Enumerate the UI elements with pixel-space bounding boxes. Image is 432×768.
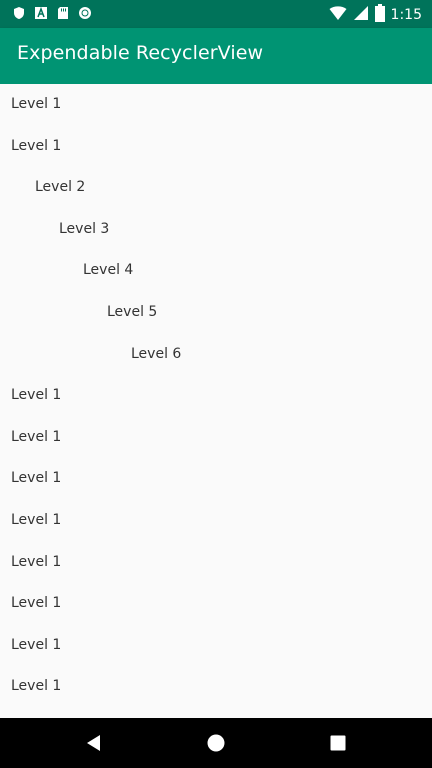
- list-item[interactable]: Level 1: [0, 500, 432, 542]
- list-item-label: Level 1: [11, 553, 62, 570]
- status-notifications: [12, 5, 92, 19]
- status-time: 1:15: [390, 7, 422, 23]
- navigation-bar: [0, 718, 432, 768]
- back-button[interactable]: [82, 731, 106, 755]
- signal-icon: [353, 5, 369, 25]
- shield-icon: [12, 5, 26, 19]
- list-item-label: Level 2: [35, 179, 86, 196]
- home-button[interactable]: [204, 731, 228, 755]
- list-item-label: Level 1: [11, 512, 62, 528]
- list-item[interactable]: Level 5: [0, 292, 432, 334]
- status-system: 1:15: [329, 4, 422, 26]
- list-item[interactable]: Level 1: [0, 625, 432, 667]
- recents-button[interactable]: [326, 731, 350, 755]
- list-item-label: Level 5: [107, 304, 158, 320]
- list-item[interactable]: Level 2: [0, 167, 432, 209]
- list-item[interactable]: Level 1: [0, 666, 432, 708]
- list-item-label: Level 1: [11, 387, 62, 404]
- list-item[interactable]: Level 6: [0, 334, 432, 376]
- list-item-label: Level 6: [131, 345, 182, 362]
- home-icon: [207, 734, 225, 752]
- recents-icon: [330, 735, 346, 751]
- list-item-label: Level 1: [11, 428, 62, 445]
- record-icon: [78, 5, 92, 19]
- wifi-icon: [329, 5, 347, 25]
- app-bar: Expendable RecyclerView: [0, 28, 432, 84]
- battery-icon: [374, 4, 385, 26]
- sd-card-icon: [56, 5, 70, 19]
- list-item-label: Level 1: [11, 470, 62, 487]
- list-item-label: Level 1: [11, 678, 62, 695]
- app-title: Expendable RecyclerView: [17, 42, 264, 64]
- list-item-label: Level 1: [11, 96, 62, 112]
- list-item[interactable]: Level 1: [0, 126, 432, 168]
- font-a-icon: [34, 5, 48, 19]
- list-item[interactable]: Level 1: [0, 375, 432, 417]
- list-item[interactable]: Level 1: [0, 583, 432, 625]
- list-item-label: Level 4: [83, 262, 134, 279]
- recycler-list[interactable]: Level 1 Level 1 Level 2 Level 3 Level 4 Level…: [0, 84, 432, 718]
- list-item[interactable]: Level 1: [0, 542, 432, 584]
- list-item-label: Level 1: [11, 636, 62, 653]
- list-item[interactable]: Level 4: [0, 250, 432, 292]
- back-icon: [87, 735, 100, 751]
- status-bar: 1:15: [0, 0, 432, 28]
- list-item[interactable]: Level 1: [0, 417, 432, 459]
- list-item[interactable]: Level 1: [0, 84, 432, 126]
- list-item-label: Level 3: [59, 220, 110, 237]
- list-item[interactable]: Level 1: [0, 458, 432, 500]
- list-item-label: Level 1: [11, 595, 62, 612]
- list-item-label: Level 1: [11, 137, 62, 154]
- list-item[interactable]: Level 3: [0, 209, 432, 251]
